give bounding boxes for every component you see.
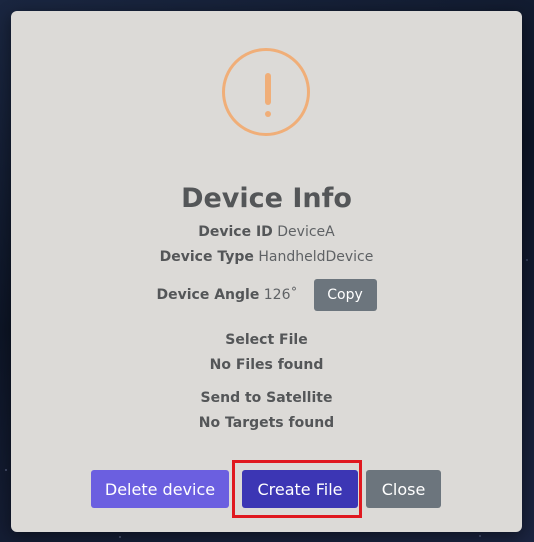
no-files-text: No Files found xyxy=(209,357,324,373)
exclamation-dot xyxy=(265,111,271,117)
close-button[interactable]: Close xyxy=(366,470,441,508)
device-type-label: Device Type xyxy=(159,249,254,265)
device-id-value: DeviceA xyxy=(277,224,335,240)
dialog-title: Device Info xyxy=(181,183,352,214)
no-targets-text: No Targets found xyxy=(198,415,335,431)
device-id-label: Device ID xyxy=(198,224,273,240)
device-angle-row: Device Angle 126˚ Copy xyxy=(11,279,522,311)
device-angle-label: Device Angle xyxy=(156,287,260,303)
device-info-dialog: Device Info Device ID DeviceA Device Typ… xyxy=(11,11,522,532)
dialog-actions: Delete device Create File Close xyxy=(11,460,522,518)
exclamation-bar xyxy=(265,73,271,105)
device-type-row: Device Type HandheldDevice xyxy=(11,249,522,265)
device-id-row: Device ID DeviceA xyxy=(11,224,522,240)
highlight-box: Create File xyxy=(232,460,362,518)
device-type-value: HandheldDevice xyxy=(258,249,374,265)
copy-button[interactable]: Copy xyxy=(313,279,377,311)
delete-device-button[interactable]: Delete device xyxy=(91,470,229,508)
create-file-button[interactable]: Create File xyxy=(242,470,358,508)
warning-icon xyxy=(222,48,310,136)
device-angle-value: 126˚ xyxy=(263,287,298,303)
select-file-heading: Select File xyxy=(225,332,308,348)
send-to-satellite-heading: Send to Satellite xyxy=(200,390,333,406)
